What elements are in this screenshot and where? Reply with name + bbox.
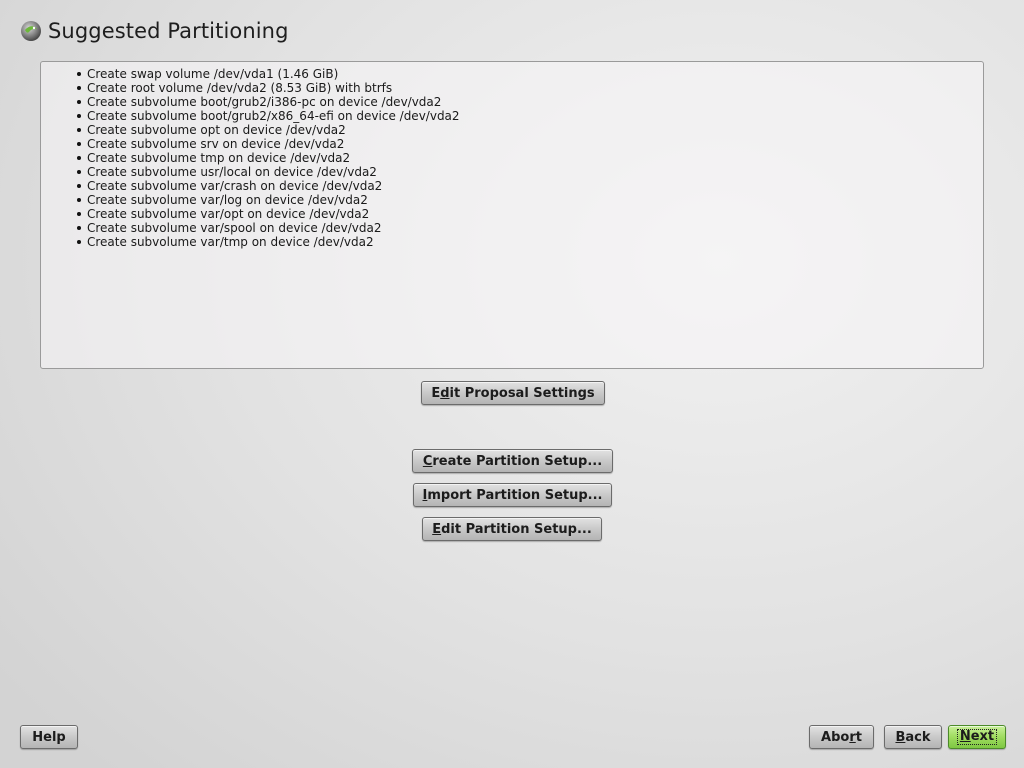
next-button-focus: Next bbox=[956, 729, 998, 745]
help-button[interactable]: Help bbox=[20, 725, 78, 749]
bullet-icon bbox=[77, 100, 81, 104]
create-partition-setup-button[interactable]: Create Partition Setup... bbox=[412, 449, 613, 473]
edit-partition-setup-button[interactable]: Edit Partition Setup... bbox=[422, 517, 602, 541]
partition-summary-list: Create swap volume /dev/vda1 (1.46 GiB) … bbox=[41, 62, 983, 249]
bullet-icon bbox=[77, 156, 81, 160]
bullet-icon bbox=[77, 170, 81, 174]
list-item: Create subvolume usr/local on device /de… bbox=[77, 165, 983, 179]
abort-button[interactable]: Abo r t bbox=[809, 725, 874, 749]
list-item: Create subvolume var/spool on device /de… bbox=[77, 221, 983, 235]
bullet-icon bbox=[77, 184, 81, 188]
header: Suggested Partitioning bbox=[20, 17, 289, 45]
list-item: Create swap volume /dev/vda1 (1.46 GiB) bbox=[77, 67, 983, 81]
bullet-icon bbox=[77, 212, 81, 216]
import-partition-setup-button[interactable]: Import Partition Setup... bbox=[413, 483, 612, 507]
list-item: Create subvolume var/opt on device /dev/… bbox=[77, 207, 983, 221]
list-item: Create subvolume boot/grub2/x86_64-efi o… bbox=[77, 109, 983, 123]
bullet-icon bbox=[77, 86, 81, 90]
bullet-icon bbox=[77, 128, 81, 132]
back-button[interactable]: Back bbox=[884, 725, 942, 749]
yast-logo-icon bbox=[21, 21, 41, 41]
list-item: Create subvolume var/tmp on device /dev/… bbox=[77, 235, 983, 249]
list-item: Create subvolume var/log on device /dev/… bbox=[77, 193, 983, 207]
page-title: Suggested Partitioning bbox=[48, 19, 289, 43]
list-item: Create subvolume srv on device /dev/vda2 bbox=[77, 137, 983, 151]
bullet-icon bbox=[77, 198, 81, 202]
list-item: Create subvolume tmp on device /dev/vda2 bbox=[77, 151, 983, 165]
partition-summary-panel[interactable]: Create swap volume /dev/vda1 (1.46 GiB) … bbox=[40, 61, 984, 369]
list-item: Create root volume /dev/vda2 (8.53 GiB) … bbox=[77, 81, 983, 95]
list-item: Create subvolume var/crash on device /de… bbox=[77, 179, 983, 193]
bullet-icon bbox=[77, 142, 81, 146]
bullet-icon bbox=[77, 226, 81, 230]
edit-proposal-settings-button[interactable]: Ed it Proposal Settings bbox=[421, 381, 605, 405]
bullet-icon bbox=[77, 72, 81, 76]
next-button[interactable]: Next bbox=[948, 725, 1006, 749]
bullet-icon bbox=[77, 240, 81, 244]
list-item: Create subvolume opt on device /dev/vda2 bbox=[77, 123, 983, 137]
list-item: Create subvolume boot/grub2/i386-pc on d… bbox=[77, 95, 983, 109]
bullet-icon bbox=[77, 114, 81, 118]
